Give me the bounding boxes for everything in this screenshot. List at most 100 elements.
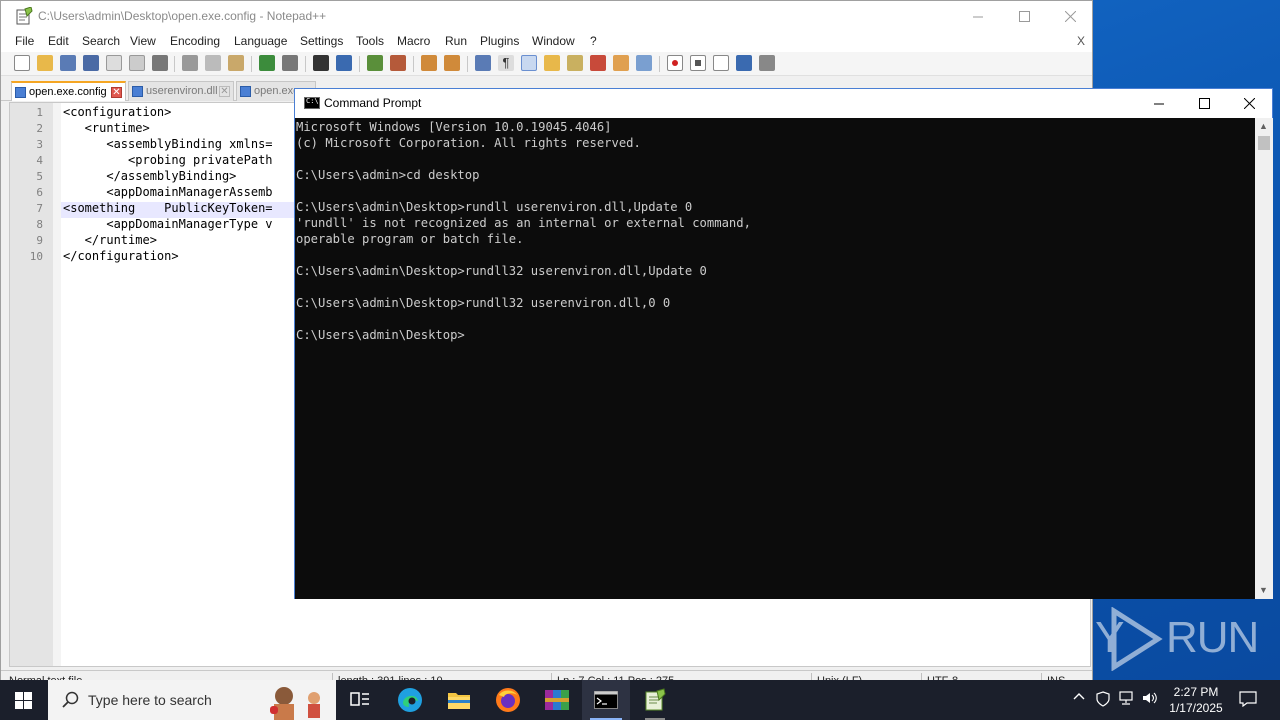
tab-open-exe-config[interactable]: open.exe.config ✕ xyxy=(11,81,126,101)
word-wrap-icon[interactable] xyxy=(475,55,491,71)
tab-label: open.exe xyxy=(254,85,300,97)
minimize-icon xyxy=(1153,103,1164,105)
toolbar-separator xyxy=(174,56,175,72)
menu-plugins[interactable]: Plugins xyxy=(480,34,519,48)
notepad-plus-plus-icon xyxy=(645,688,666,711)
show-all-characters-icon[interactable]: ¶ xyxy=(498,55,514,71)
indent-guide-icon[interactable] xyxy=(521,55,537,71)
code-line: <something PublicKeyToken= xyxy=(63,201,273,215)
user-language-icon[interactable] xyxy=(544,55,560,71)
show-hidden-icons-chevron-up-icon[interactable] xyxy=(1073,691,1085,706)
tab-close-icon[interactable]: ✕ xyxy=(219,86,230,97)
line-number: 7 xyxy=(36,202,43,215)
defender-shield-icon[interactable] xyxy=(1096,691,1110,710)
copy-icon[interactable] xyxy=(205,55,221,71)
paste-icon[interactable] xyxy=(228,55,244,71)
search-placeholder: Type here to search xyxy=(88,692,212,708)
menu-encoding[interactable]: Encoding xyxy=(170,34,220,48)
notepad-titlebar[interactable]: C:\Users\admin\Desktop\open.exe.config -… xyxy=(1,1,1092,32)
taskbar-clock[interactable]: 2:27 PM 1/17/2025 xyxy=(1160,684,1232,716)
sync-vertical-icon[interactable] xyxy=(421,55,437,71)
tab-close-icon[interactable]: ✕ xyxy=(111,87,122,98)
zoom-in-icon[interactable] xyxy=(367,55,383,71)
maximize-button[interactable] xyxy=(1001,1,1047,32)
volume-icon[interactable] xyxy=(1142,691,1158,708)
cmd-close-button[interactable] xyxy=(1226,89,1272,118)
replace-icon[interactable] xyxy=(336,55,352,71)
scroll-thumb[interactable] xyxy=(1258,136,1270,150)
cmd-app-icon xyxy=(304,97,320,109)
sync-horizontal-icon[interactable] xyxy=(444,55,460,71)
fold-margin xyxy=(53,103,61,666)
menu-language[interactable]: Language xyxy=(234,34,287,48)
scroll-up-icon[interactable]: ▲ xyxy=(1259,121,1268,131)
zoom-out-icon[interactable] xyxy=(390,55,406,71)
save-macro-icon[interactable] xyxy=(759,55,775,71)
monitoring-icon[interactable] xyxy=(636,55,652,71)
file-icon xyxy=(15,87,26,98)
taskbar-file-explorer[interactable] xyxy=(435,680,483,720)
task-view-button[interactable] xyxy=(336,680,384,720)
close-file-icon[interactable] xyxy=(106,55,122,71)
console-output[interactable]: Microsoft Windows [Version 10.0.19045.40… xyxy=(295,118,1255,599)
code-line: </assemblyBinding> xyxy=(63,169,237,183)
notepad-toolbar: ¶ xyxy=(1,52,1092,76)
menu-edit[interactable]: Edit xyxy=(48,34,69,48)
search-highlight-illustration-icon xyxy=(270,687,320,720)
find-icon[interactable] xyxy=(313,55,329,71)
minimize-button[interactable] xyxy=(955,1,1001,32)
network-icon[interactable] xyxy=(1118,691,1134,708)
menu-tools[interactable]: Tools xyxy=(356,34,384,48)
close-document-button[interactable]: X xyxy=(1077,34,1085,48)
menu-file[interactable]: File xyxy=(15,34,34,48)
toolbar-separator xyxy=(359,56,360,72)
menu-settings[interactable]: Settings xyxy=(300,34,343,48)
taskbar-search-box[interactable]: Type here to search xyxy=(48,680,336,720)
menu-search[interactable]: Search xyxy=(82,34,120,48)
cmd-titlebar[interactable]: Command Prompt xyxy=(295,89,1272,118)
winrar-icon xyxy=(545,690,569,710)
taskbar-firefox[interactable] xyxy=(484,680,532,720)
play-macro-icon[interactable] xyxy=(713,55,729,71)
console-line: C:\Users\admin\Desktop>rundll32 userenvi… xyxy=(296,264,707,278)
close-button[interactable] xyxy=(1047,1,1093,32)
cmd-maximize-button[interactable] xyxy=(1181,89,1227,118)
minimize-icon xyxy=(972,16,983,18)
undo-icon[interactable] xyxy=(259,55,275,71)
new-file-icon[interactable] xyxy=(14,55,30,71)
scroll-down-icon[interactable]: ▼ xyxy=(1259,585,1268,595)
console-line: (c) Microsoft Corporation. All rights re… xyxy=(296,136,641,150)
run-macro-multiple-icon[interactable] xyxy=(736,55,752,71)
stop-macro-icon[interactable] xyxy=(690,55,706,71)
notifications-icon[interactable] xyxy=(1239,691,1257,710)
taskbar-notepad-plus-plus[interactable] xyxy=(631,680,679,720)
line-number: 5 xyxy=(36,170,43,183)
system-tray: 2:27 PM 1/17/2025 xyxy=(1065,680,1280,720)
open-file-icon[interactable] xyxy=(37,55,53,71)
cmd-minimize-button[interactable] xyxy=(1136,89,1182,118)
cmd-window-title: Command Prompt xyxy=(324,96,422,110)
menu-help[interactable]: ? xyxy=(590,34,597,48)
save-all-icon[interactable] xyxy=(83,55,99,71)
function-list-icon[interactable] xyxy=(590,55,606,71)
folder-workspace-icon[interactable] xyxy=(613,55,629,71)
taskbar-edge[interactable] xyxy=(386,680,434,720)
taskbar-winrar[interactable] xyxy=(533,680,581,720)
doc-map-icon[interactable] xyxy=(567,55,583,71)
code-line: </configuration> xyxy=(63,249,179,263)
save-icon[interactable] xyxy=(60,55,76,71)
tab-userenviron-dll[interactable]: userenviron.dll ✕ xyxy=(128,81,234,101)
redo-icon[interactable] xyxy=(282,55,298,71)
print-icon[interactable] xyxy=(152,55,168,71)
taskbar-command-prompt[interactable] xyxy=(582,680,630,720)
cut-icon[interactable] xyxy=(182,55,198,71)
menu-view[interactable]: View xyxy=(130,34,156,48)
console-scrollbar[interactable]: ▲ ▼ xyxy=(1255,118,1273,599)
menu-window[interactable]: Window xyxy=(532,34,575,48)
close-all-icon[interactable] xyxy=(129,55,145,71)
start-button[interactable] xyxy=(0,680,48,720)
menu-macro[interactable]: Macro xyxy=(397,34,430,48)
record-macro-icon[interactable] xyxy=(667,55,683,71)
menu-run[interactable]: Run xyxy=(445,34,467,48)
notepad-window-title: C:\Users\admin\Desktop\open.exe.config -… xyxy=(38,9,327,23)
